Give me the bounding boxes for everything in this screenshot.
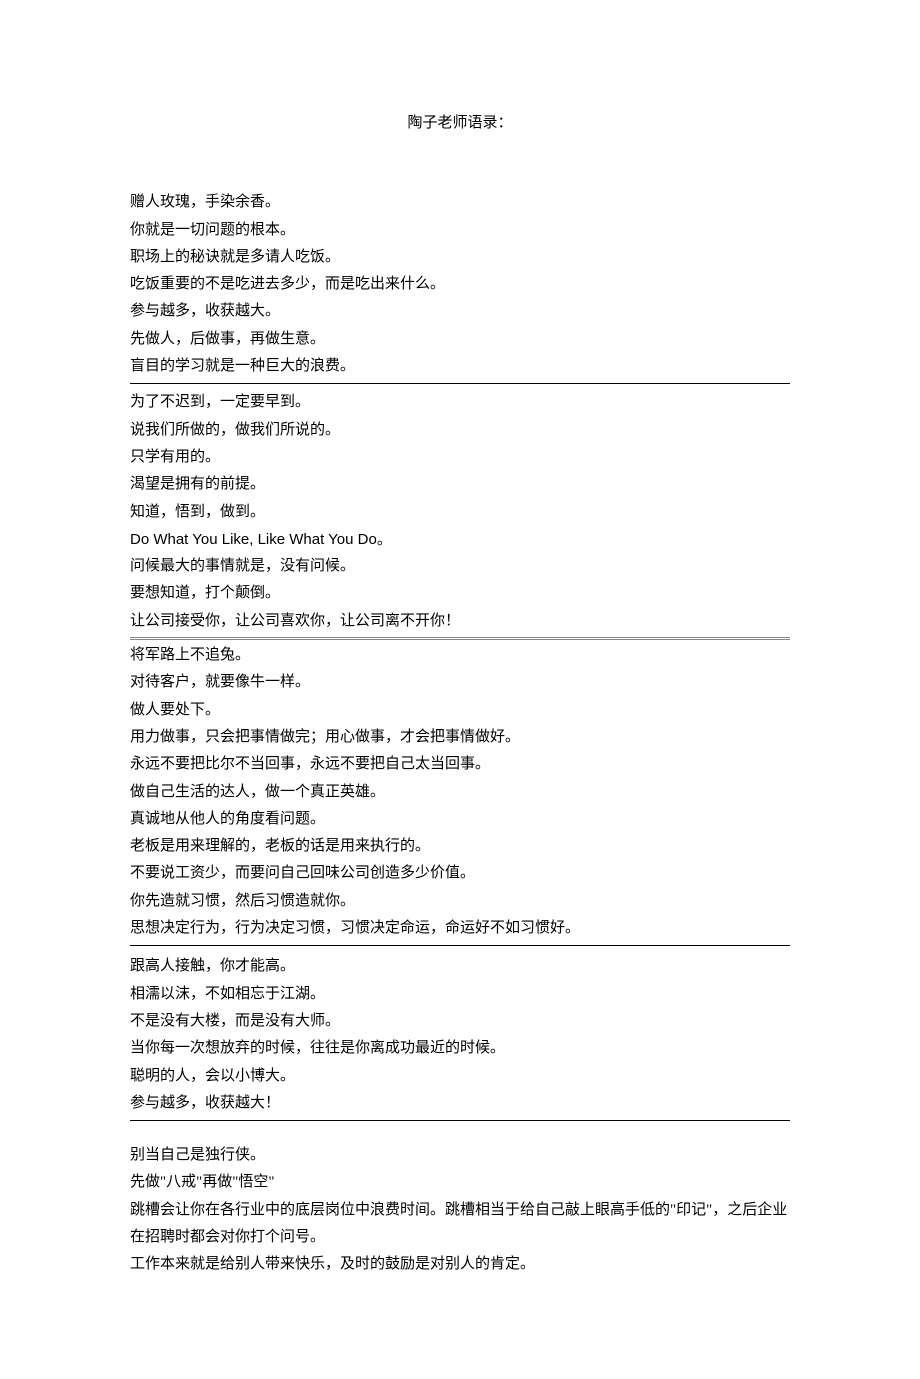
section-separator [130, 1120, 790, 1121]
quote-line: 要想知道，打个颠倒。 [130, 580, 790, 607]
quote-line: 相濡以沫，不如相忘于江湖。 [130, 981, 790, 1008]
quote-line: 你就是一切问题的根本。 [130, 217, 790, 244]
quote-line: 老板是用来理解的，老板的话是用来执行的。 [130, 833, 790, 860]
quote-section: 别当自己是独行侠。先做"八戒"再做"悟空"跳槽会让你在各行业中的底层岗位中浪费时… [130, 1142, 790, 1278]
quote-line: 吃饭重要的不是吃进去多少，而是吃出来什么。 [130, 271, 790, 298]
quote-line: 做自己生活的达人，做一个真正英雄。 [130, 779, 790, 806]
section-separator [130, 639, 790, 640]
quote-line: 思想决定行为，行为决定习惯，习惯决定命运，命运好不如习惯好。 [130, 915, 790, 942]
quote-line: 做人要处下。 [130, 697, 790, 724]
quote-line: 别当自己是独行侠。 [130, 1142, 790, 1169]
section-separator [130, 383, 790, 384]
quote-line: 将军路上不追兔。 [130, 642, 790, 669]
quote-line: 真诚地从他人的角度看问题。 [130, 806, 790, 833]
quote-line: 问候最大的事情就是，没有问候。 [130, 553, 790, 580]
quote-line: 对待客户，就要像牛一样。 [130, 669, 790, 696]
quote-line: 参与越多，收获越大！ [130, 1090, 790, 1117]
document-title: 陶子老师语录： [130, 110, 790, 137]
quote-line: 赠人玫瑰，手染余香。 [130, 189, 790, 216]
quote-line: 参与越多，收获越大。 [130, 298, 790, 325]
quote-line: Do What You Like, Like What You Do。 [130, 526, 790, 553]
quote-line: 你先造就习惯，然后习惯造就你。 [130, 888, 790, 915]
quote-line: 让公司接受你，让公司喜欢你，让公司离不开你！ [130, 608, 790, 635]
quote-line: 先做人，后做事，再做生意。 [130, 326, 790, 353]
quote-line: 盲目的学习就是一种巨大的浪费。 [130, 353, 790, 380]
quote-line: 跳槽会让你在各行业中的底层岗位中浪费时间。跳槽相当于给自己敲上眼高手低的"印记"… [130, 1197, 790, 1252]
quote-line: 不要说工资少，而要问自己回味公司创造多少价值。 [130, 860, 790, 887]
quote-line: 工作本来就是给别人带来快乐，及时的鼓励是对别人的肯定。 [130, 1251, 790, 1278]
quote-section: 为了不迟到，一定要早到。说我们所做的，做我们所说的。只学有用的。渴望是拥有的前提… [130, 389, 790, 635]
quote-line: 只学有用的。 [130, 444, 790, 471]
quote-line: 用力做事，只会把事情做完；用心做事，才会把事情做好。 [130, 724, 790, 751]
quote-line: 说我们所做的，做我们所说的。 [130, 417, 790, 444]
quote-section: 赠人玫瑰，手染余香。你就是一切问题的根本。职场上的秘诀就是多请人吃饭。吃饭重要的… [130, 189, 790, 380]
quote-line: 不是没有大楼，而是没有大师。 [130, 1008, 790, 1035]
section-separator [130, 637, 790, 638]
quote-line: 先做"八戒"再做"悟空" [130, 1169, 790, 1196]
quote-line: 职场上的秘诀就是多请人吃饭。 [130, 244, 790, 271]
quote-section: 跟高人接触，你才能高。相濡以沫，不如相忘于江湖。不是没有大楼，而是没有大师。当你… [130, 953, 790, 1117]
quote-line: 永远不要把比尔不当回事，永远不要把自己太当回事。 [130, 751, 790, 778]
quote-section: 将军路上不追兔。对待客户，就要像牛一样。做人要处下。用力做事，只会把事情做完；用… [130, 642, 790, 942]
quote-line: 跟高人接触，你才能高。 [130, 953, 790, 980]
quote-line: 渴望是拥有的前提。 [130, 471, 790, 498]
quote-line: 知道，悟到，做到。 [130, 499, 790, 526]
quote-line: 聪明的人，会以小博大。 [130, 1063, 790, 1090]
quote-line: 为了不迟到，一定要早到。 [130, 389, 790, 416]
quote-line: 当你每一次想放弃的时候，往往是你离成功最近的时候。 [130, 1035, 790, 1062]
document-content: 赠人玫瑰，手染余香。你就是一切问题的根本。职场上的秘诀就是多请人吃饭。吃饭重要的… [130, 189, 790, 1278]
section-separator [130, 945, 790, 946]
